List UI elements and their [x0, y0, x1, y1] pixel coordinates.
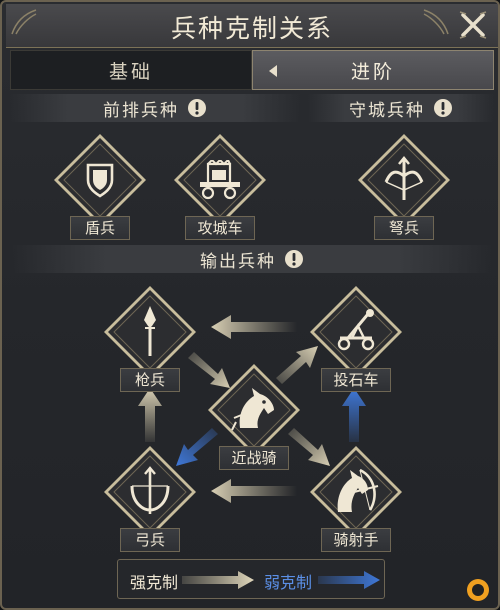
unit-siege-cart-label: 攻城车	[185, 216, 255, 240]
unit-archer[interactable]: 弓兵	[102, 444, 198, 552]
section-output-header: 输出兵种	[10, 245, 494, 273]
shield-icon	[86, 163, 114, 198]
window-title: 兵种克制关系	[170, 14, 333, 43]
section-front-title: 前排兵种	[103, 100, 179, 121]
unit-counter-panel: 兵种克制关系 基础 进阶 前排兵种 守城兵种 盾兵 攻城车 弩兵 输出兵种 枪兵…	[0, 0, 500, 610]
unit-horse-archer[interactable]: 骑射手	[308, 444, 404, 552]
legend-weak-label: 弱克制	[264, 573, 313, 592]
unit-crossbow[interactable]: 弩兵	[356, 132, 452, 240]
crossbow-icon	[384, 156, 424, 200]
tab-bar: 基础 进阶	[10, 50, 494, 90]
arrow-strong-catapult-to-spear	[211, 315, 297, 339]
unit-horse-archer-label: 骑射手	[321, 528, 391, 552]
unit-archer-label: 弓兵	[120, 528, 180, 552]
unit-crossbow-label: 弩兵	[374, 216, 434, 240]
horse-icon	[231, 388, 274, 431]
legend-strong-arrow	[182, 571, 254, 589]
unit-spear[interactable]: 枪兵	[102, 284, 198, 392]
unit-cavalry[interactable]: 近战骑	[206, 362, 302, 470]
unit-shield-label: 盾兵	[70, 216, 130, 240]
info-icon[interactable]	[187, 98, 207, 118]
close-icon	[459, 11, 487, 39]
spear-icon	[144, 306, 156, 356]
unit-catapult-label: 投石车	[321, 368, 391, 392]
unit-spear-label: 枪兵	[120, 368, 180, 392]
info-icon[interactable]	[433, 98, 453, 118]
unit-shield[interactable]: 盾兵	[52, 132, 148, 240]
legend-weak-arrow	[318, 571, 380, 589]
catapult-icon	[337, 309, 375, 351]
tab-advanced[interactable]: 进阶	[252, 50, 494, 90]
bow-icon	[130, 466, 170, 514]
section-siege-defense-title: 守城兵种	[349, 100, 425, 121]
section-siege-defense-header: 守城兵种	[308, 94, 494, 122]
unit-catapult[interactable]: 投石车	[308, 284, 404, 392]
tab-advanced-label: 进阶	[350, 60, 395, 83]
legend-strong-label: 强克制	[130, 573, 179, 592]
arrow-strong-archer-to-spear	[138, 388, 162, 442]
horse-bow-icon	[337, 468, 379, 512]
arrow-weak-horse-archer-to-catapult	[342, 388, 366, 442]
watermark-logo-icon	[467, 579, 489, 601]
close-button[interactable]	[454, 6, 492, 44]
section-output-title: 输出兵种	[200, 251, 276, 272]
arrow-strong-horse-archer-to-archer	[211, 479, 297, 503]
tab-basic[interactable]: 基础	[10, 50, 252, 90]
info-icon[interactable]	[284, 249, 304, 269]
selected-indicator-icon	[269, 65, 277, 77]
section-front-header: 前排兵种	[10, 94, 300, 122]
legend: 强克制 弱克制	[117, 559, 385, 599]
unit-siege-cart[interactable]: 攻城车	[172, 132, 268, 240]
siege-cart-icon	[200, 160, 240, 200]
unit-cavalry-label: 近战骑	[219, 446, 289, 470]
